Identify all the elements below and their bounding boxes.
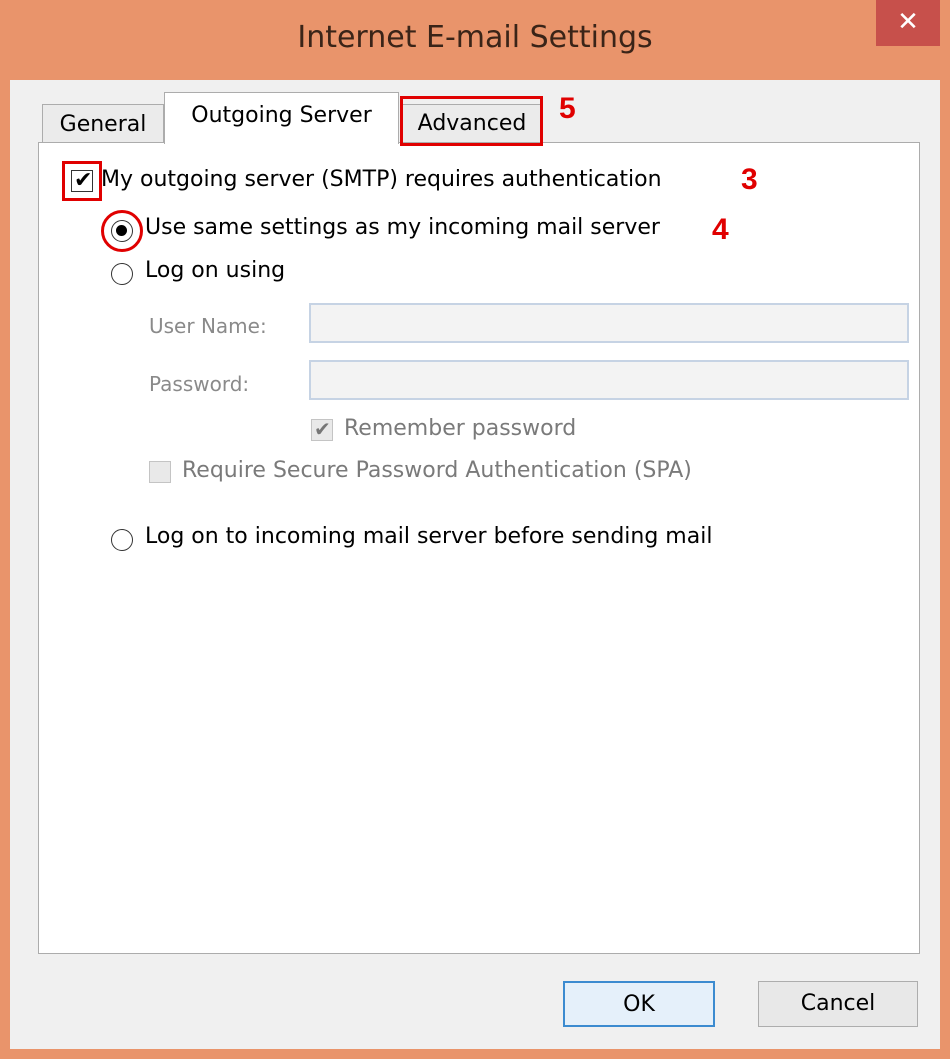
callout-number-4: 4	[712, 213, 729, 246]
checkmark-icon: ✔	[74, 168, 93, 193]
outgoing-server-panel: ✔ My outgoing server (SMTP) requires aut…	[38, 143, 920, 954]
log-on-using-label: Log on using	[145, 258, 286, 283]
spa-checkbox[interactable]	[149, 461, 171, 483]
callout-number-3: 3	[741, 163, 758, 196]
radio-selected-dot	[116, 225, 127, 236]
close-button[interactable]: ✕	[876, 0, 940, 46]
cancel-button[interactable]: Cancel	[758, 981, 918, 1027]
tab-advanced[interactable]: Advanced	[401, 104, 543, 142]
tab-outgoing-server[interactable]: Outgoing Server	[164, 92, 399, 144]
log-on-incoming-radio[interactable]	[111, 529, 133, 551]
window-title: Internet E-mail Settings	[297, 20, 653, 55]
log-on-incoming-label: Log on to incoming mail server before se…	[145, 524, 713, 549]
dialog-client-area: General Outgoing Server Advanced 5 ✔ My …	[10, 80, 940, 1049]
same-settings-label: Use same settings as my incoming mail se…	[145, 215, 660, 240]
password-label: Password:	[149, 372, 250, 396]
same-settings-radio[interactable]	[111, 220, 133, 242]
tab-general[interactable]: General	[42, 104, 164, 142]
user-name-label: User Name:	[149, 314, 267, 338]
ok-button[interactable]: OK	[563, 981, 715, 1027]
password-input[interactable]	[309, 360, 909, 400]
user-name-input[interactable]	[309, 303, 909, 343]
remember-password-label: Remember password	[344, 416, 577, 441]
spa-label: Require Secure Password Authentication (…	[182, 458, 692, 483]
dialog-window: Internet E-mail Settings ✕ General Outgo…	[0, 0, 950, 1059]
checkmark-icon: ✔	[314, 417, 331, 441]
close-icon: ✕	[897, 7, 919, 37]
smtp-auth-checkbox[interactable]: ✔	[71, 168, 93, 193]
smtp-auth-label: My outgoing server (SMTP) requires authe…	[101, 167, 662, 192]
remember-password-checkbox[interactable]: ✔	[311, 417, 333, 441]
callout-number-5: 5	[559, 92, 576, 125]
log-on-using-radio[interactable]	[111, 263, 133, 285]
title-bar[interactable]: Internet E-mail Settings ✕	[0, 0, 950, 80]
